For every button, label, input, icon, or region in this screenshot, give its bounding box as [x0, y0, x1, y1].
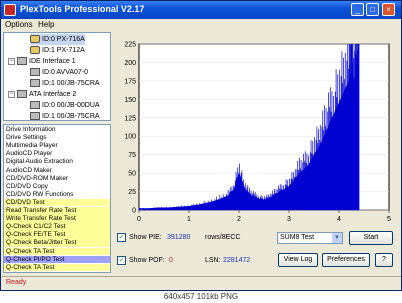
tree-item[interactable]: ID:1 00/JB-75CRA	[30, 78, 100, 89]
status-text: Ready	[6, 279, 27, 286]
lsn-label: LSN:	[205, 257, 221, 264]
menu-bar: Options Help	[1, 19, 401, 31]
function-item[interactable]: Q-Check TA Test	[4, 263, 110, 272]
pie-value: 391280	[167, 234, 191, 241]
y-tick-label: 175	[124, 78, 136, 85]
chevron-down-icon[interactable]: ▼	[332, 233, 342, 243]
tree-item-label: ID:0 AVVA07-0	[42, 69, 89, 76]
tree-item-label: ID:1 00/JB-75CRA	[42, 113, 100, 120]
optical-drive-icon	[30, 35, 40, 44]
tree-item-label: ID:1 PX-712A	[42, 47, 85, 54]
status-bar: Ready	[2, 276, 401, 290]
expander-icon[interactable]: −	[8, 57, 15, 65]
function-item[interactable]: Drive Information	[4, 126, 110, 134]
x-tick-label: 3	[287, 216, 291, 223]
tree-item[interactable]: − ATA Interface 2	[8, 89, 76, 100]
controller-icon	[17, 57, 27, 66]
show-pof-checkbox[interactable]: ✓	[117, 256, 126, 265]
function-item[interactable]: Q-Check TA Test	[4, 247, 110, 256]
tree-item-label: IDE Interface 1	[29, 58, 76, 65]
tree-item-label: ID:0 00/JB-00DUA	[42, 102, 100, 109]
preferences-button[interactable]: Preferences	[322, 253, 370, 267]
x-tick-label: 1	[187, 216, 191, 223]
hard-disk-icon	[30, 68, 40, 77]
pof-value: 0	[169, 257, 173, 264]
image-caption: 640x457 101kb PNG	[0, 291, 402, 303]
title-bar[interactable]: PlexTools Professional V2.17 _ □ ×	[1, 1, 401, 19]
test-mode-value: SUM8 Test	[280, 234, 315, 241]
y-tick-label: 50	[128, 171, 136, 178]
function-item[interactable]: AudioCD Maker	[4, 167, 110, 175]
window-title: PlexTools Professional V2.17	[20, 4, 145, 14]
function-item[interactable]: Q-Check Beta/Jitter Test	[4, 239, 110, 247]
function-item[interactable]: Q-Check PI/PO Test	[4, 255, 110, 264]
x-tick-label: 0	[137, 216, 141, 223]
app-icon	[4, 4, 16, 16]
test-mode-select[interactable]: SUM8 Test ▼	[277, 232, 343, 244]
function-item[interactable]: Q-Check FE/TE Test	[4, 231, 110, 239]
function-item[interactable]: CD/DVD Copy	[4, 183, 110, 191]
function-item[interactable]: AudioCD Player	[4, 150, 110, 158]
hard-disk-icon	[30, 101, 40, 110]
tree-item-label: ATA Interface 2	[29, 91, 77, 98]
start-button[interactable]: Start	[349, 231, 393, 245]
tree-item-label: ID:0 PX-716A	[42, 36, 85, 43]
x-tick-label: 4	[337, 216, 341, 223]
y-tick-label: 25	[128, 189, 136, 196]
y-tick-label: 200	[124, 60, 136, 67]
menu-help[interactable]: Help	[38, 20, 54, 29]
close-button[interactable]: ×	[382, 3, 395, 16]
y-tick-label: 225	[124, 42, 136, 49]
tree-item-label: ID:1 00/JB-75CRA	[42, 80, 100, 87]
chart-area: 0 25 50 75 100 125 150 175 200 225 0 1 2 3 4 5	[113, 32, 401, 226]
function-item[interactable]: CD/DVD-ROM Maker	[4, 175, 110, 183]
function-item[interactable]: Drive Settings	[4, 134, 110, 142]
optical-drive-icon	[30, 46, 40, 55]
minimize-button[interactable]: _	[351, 3, 364, 16]
view-log-button[interactable]: View Log	[278, 253, 318, 267]
maximize-button[interactable]: □	[366, 3, 379, 16]
function-list[interactable]: Drive Information Drive Settings Multimedi…	[3, 124, 111, 273]
lsn-value: 2281472	[223, 257, 251, 264]
function-item[interactable]: CD/DVD RW Functions	[4, 191, 110, 199]
show-pie-checkbox[interactable]: ✓	[117, 233, 126, 242]
function-item[interactable]: Q-Check C1/C2 Test	[4, 223, 110, 231]
function-item[interactable]: Digital Audio Extraction	[4, 158, 110, 166]
function-item[interactable]: Read Transfer Rate Test	[4, 207, 110, 215]
y-tick-label: 0	[132, 208, 136, 215]
tree-item[interactable]: − IDE Interface 1	[8, 56, 76, 67]
function-item[interactable]: CD/DVD Test	[4, 198, 110, 207]
tree-item[interactable]: ID:0 PX-716A	[30, 34, 85, 45]
function-item[interactable]: Write Transfer Rate Test	[4, 215, 110, 223]
pie-unit: rows/8ECC	[205, 234, 241, 241]
y-tick-label: 125	[124, 115, 136, 122]
tree-item[interactable]: ID:1 PX-712A	[30, 45, 85, 56]
device-tree[interactable]: ID:0 PX-716A ID:1 PX-712A − IDE Interface 1…	[3, 32, 111, 121]
y-tick-label: 75	[128, 152, 136, 159]
hard-disk-icon	[30, 112, 40, 120]
controls-panel: ✓ Show PIE: 391280 rows/8ECC SUM8 Test ▼…	[113, 227, 401, 273]
app-window: PlexTools Professional V2.17 _ □ × Optio…	[0, 0, 402, 291]
show-pof-label: Show POF:	[129, 257, 165, 264]
y-tick-label: 150	[124, 97, 136, 104]
tree-item[interactable]: ID:1 00/JB-75CRA	[30, 111, 100, 120]
x-tick-label: 2	[237, 216, 241, 223]
y-tick-label: 100	[124, 134, 136, 141]
tree-item[interactable]: ID:0 00/JB-00DUA	[30, 100, 100, 111]
pi-po-chart: 0 25 50 75 100 125 150 175 200 225 0 1 2 3 4 5	[124, 42, 391, 224]
help-button[interactable]: ?	[375, 253, 393, 267]
expander-icon[interactable]: −	[8, 90, 15, 98]
menu-options[interactable]: Options	[5, 20, 33, 29]
tree-item[interactable]: ID:0 AVVA07-0	[30, 67, 88, 78]
x-tick-label: 5	[387, 216, 391, 223]
hard-disk-icon	[30, 79, 40, 88]
function-item[interactable]: Multimedia Player	[4, 142, 110, 150]
show-pie-label: Show PIE:	[129, 234, 162, 241]
controller-icon	[17, 90, 27, 99]
